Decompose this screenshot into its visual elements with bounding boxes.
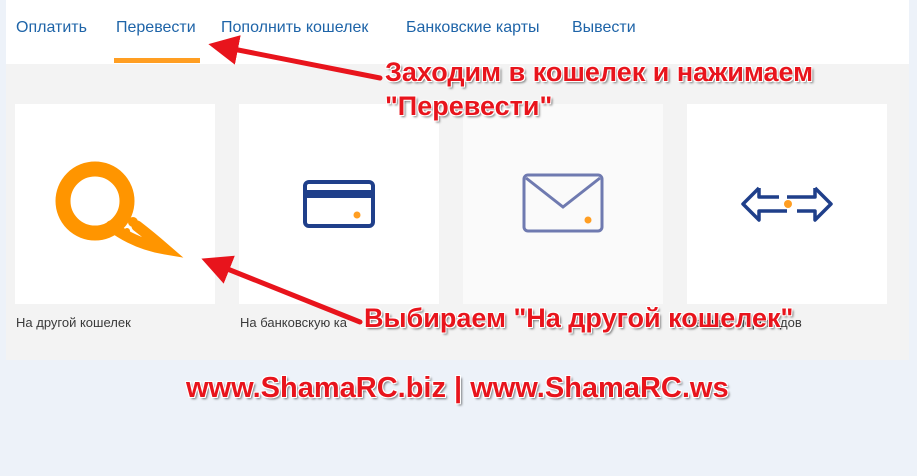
annotation-top-line1: Заходим в кошелек и нажимаем bbox=[385, 57, 814, 87]
card-other-wallet[interactable] bbox=[15, 104, 215, 304]
envelope-icon bbox=[522, 173, 604, 233]
tab-transfer[interactable]: Перевести bbox=[116, 19, 196, 37]
tab-withdraw[interactable]: Вывести bbox=[572, 19, 636, 37]
tab-top-up-wallet[interactable]: Пополнить кошелек bbox=[221, 19, 368, 37]
bank-card-icon bbox=[303, 180, 375, 228]
card-bank-card[interactable] bbox=[239, 104, 439, 304]
qiwi-logo-icon bbox=[55, 161, 184, 258]
exchange-arrows-icon bbox=[741, 186, 833, 222]
tab-pay[interactable]: Оплатить bbox=[16, 19, 87, 37]
annotation-bottom: Выбираем "На другой кошелек" bbox=[364, 303, 794, 333]
card-envelope[interactable] bbox=[463, 104, 663, 304]
annotation-top-line2: "Перевести" bbox=[385, 91, 553, 121]
footer-watermark: www.ShamaRC.biz | www.ShamaRC.ws bbox=[186, 372, 729, 404]
active-tab-indicator bbox=[114, 58, 200, 63]
tab-bank-cards[interactable]: Банковские карты bbox=[406, 19, 540, 37]
card-other-wallet-label: На другой кошелек bbox=[16, 315, 131, 330]
card-transfers[interactable] bbox=[687, 104, 887, 304]
